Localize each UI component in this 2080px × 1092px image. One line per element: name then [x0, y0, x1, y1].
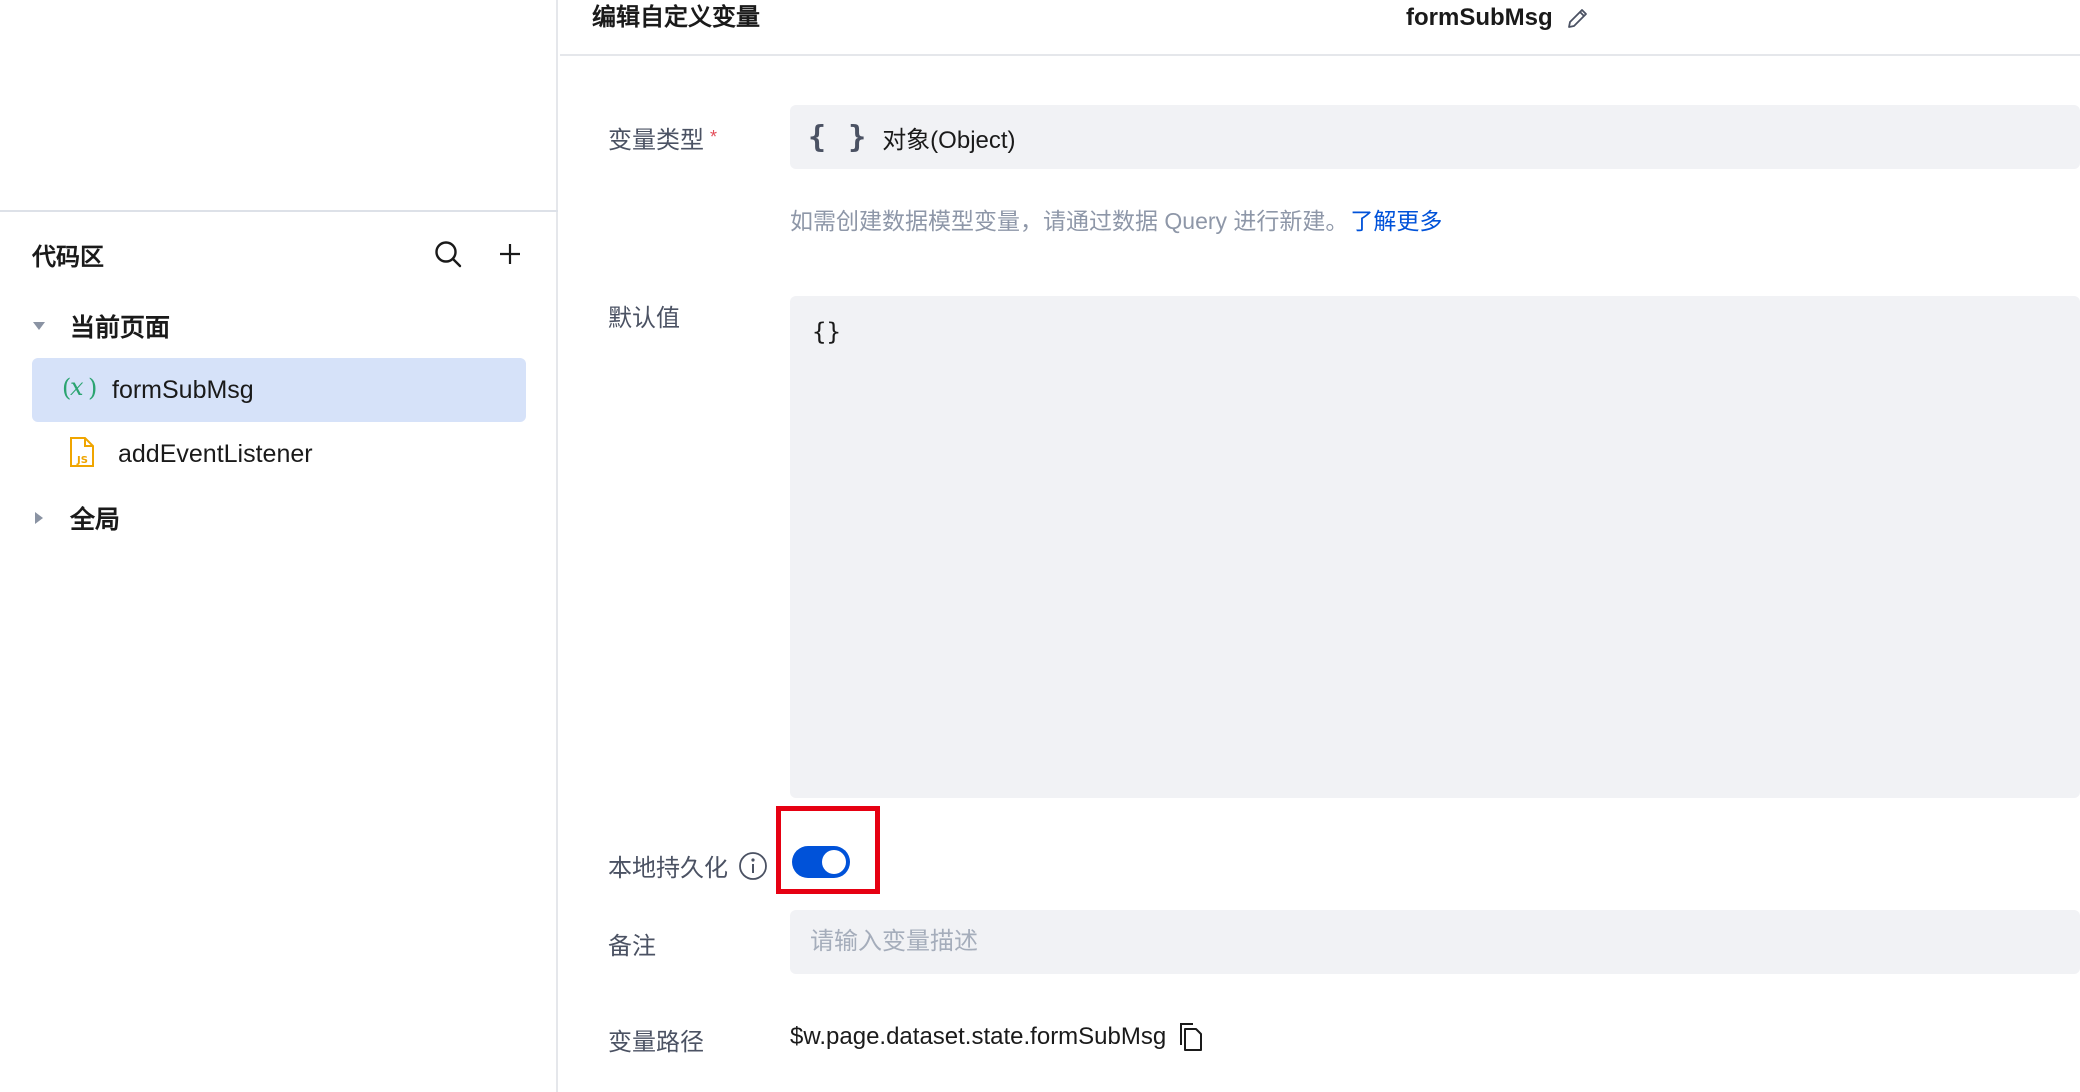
variable-path-value: $w.page.dataset.state.formSubMsg	[790, 1023, 1167, 1050]
local-persist-toggle[interactable]	[792, 846, 850, 878]
svg-text:): )	[88, 374, 97, 402]
required-mark: *	[710, 127, 718, 147]
toggle-knob	[822, 850, 846, 874]
variable-path: $w.page.dataset.state.formSubMsg	[790, 1022, 1204, 1052]
tree-group-label: 全局	[70, 506, 121, 534]
tree-item-formsubmsg[interactable]: ( x ) formSubMsg	[32, 358, 526, 422]
info-icon[interactable]	[738, 851, 768, 881]
tree-group-label: 当前页面	[70, 314, 171, 342]
svg-text:x: x	[70, 374, 84, 401]
code-area-header: 代码区	[32, 232, 532, 276]
variable-type-value: 对象(Object)	[882, 126, 1016, 154]
editor-header: 编辑自定义变量 formSubMsg	[560, 0, 2080, 56]
variable-type-label-text: 变量类型	[608, 127, 704, 154]
pencil-icon[interactable]	[1565, 5, 1591, 31]
default-value-label: 默认值	[608, 305, 680, 332]
app-root: 代码区 当前页面 (x) formSubMsg JS addEventLis…	[0, 0, 2080, 1092]
caret-right-icon[interactable]	[32, 511, 62, 525]
remark-field[interactable]	[790, 910, 2080, 974]
tree-item-label: formSubMsg	[112, 375, 254, 404]
svg-text:JS: JS	[76, 455, 88, 466]
tree-item-label: addEventListener	[118, 439, 313, 468]
remark-label: 备注	[608, 933, 656, 960]
tree-group-global[interactable]: 全局	[32, 494, 532, 542]
variable-name-display: formSubMsg	[1406, 0, 1591, 36]
local-persist-label-text: 本地持久化	[608, 855, 728, 882]
variable-icon: ( x )	[62, 373, 98, 407]
tree-group-current-page[interactable]: 当前页面	[32, 302, 532, 350]
sidebar-divider	[0, 210, 558, 212]
caret-down-icon[interactable]	[32, 319, 62, 333]
tree-item-addeventlistener[interactable]: JS addEventListener	[32, 422, 526, 486]
hint-text: 如需创建数据模型变量，请通过数据 Query 进行新建。	[790, 208, 1349, 234]
variable-type-select[interactable]: { } 对象(Object)	[790, 105, 2080, 169]
learn-more-link[interactable]: 了解更多	[1350, 208, 1442, 234]
variable-type-label: 变量类型 *	[608, 120, 717, 155]
editor-title: 编辑自定义变量	[592, 4, 760, 31]
object-braces-icon: { }	[808, 119, 869, 155]
copy-icon[interactable]	[1178, 1022, 1204, 1052]
remark-input[interactable]	[810, 928, 2080, 956]
variable-path-label: 变量路径	[608, 1029, 704, 1056]
code-area-title: 代码区	[32, 243, 104, 271]
variable-editor: 编辑自定义变量 formSubMsg 变量类型 * { } 对象(Object)…	[560, 0, 2080, 1092]
default-value-editor[interactable]: {}	[790, 296, 2080, 798]
search-icon[interactable]	[426, 232, 470, 276]
variable-name: formSubMsg	[1406, 4, 1553, 31]
local-persist-label: 本地持久化	[608, 848, 768, 883]
add-icon[interactable]	[488, 232, 532, 276]
sidebar: 代码区 当前页面 (x) formSubMsg JS addEventLis…	[0, 0, 558, 1092]
js-file-icon: JS	[68, 436, 96, 473]
data-model-hint: 如需创建数据模型变量，请通过数据 Query 进行新建。了解更多	[790, 202, 1442, 236]
